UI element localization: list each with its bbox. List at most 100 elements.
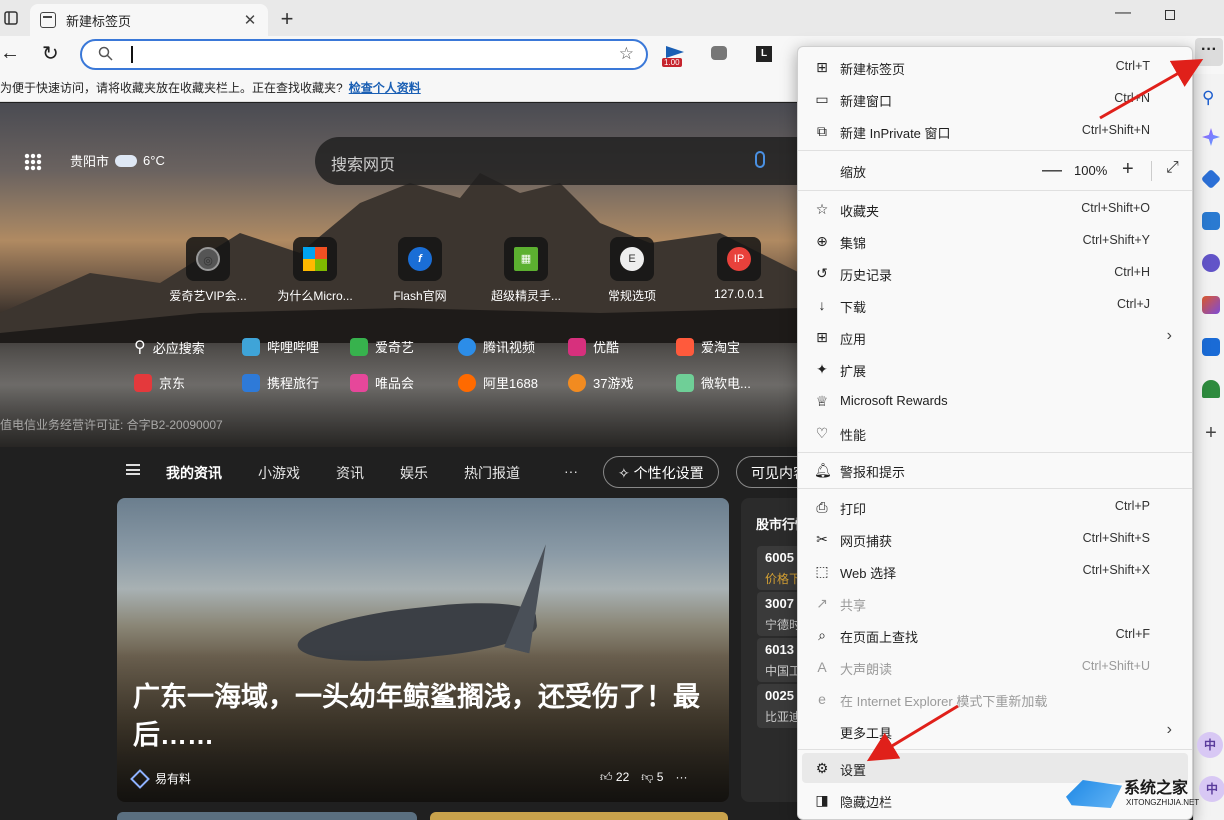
- menu-apps[interactable]: ⊞ 应用 ›: [802, 322, 1188, 352]
- site-link[interactable]: 37游戏: [568, 373, 633, 392]
- shopping-tag-icon[interactable]: [1200, 168, 1222, 190]
- news-tab-trending[interactable]: 热门报道: [464, 463, 520, 483]
- menu-new-window[interactable]: ▭ 新建窗口 Ctrl+N: [802, 84, 1188, 114]
- new-tab-button[interactable]: +: [276, 6, 298, 32]
- weather-widget[interactable]: 贵阳市 6°C: [70, 148, 165, 170]
- quick-link-tile[interactable]: f Flash官网: [376, 237, 464, 304]
- outlook-icon[interactable]: [1202, 338, 1220, 356]
- news-card[interactable]: 广东一海域，一头幼年鲸鲨搁浅，还受伤了！最后…… 易有料 👍︎ 22 👎︎ 5 …: [117, 498, 729, 802]
- add-icon[interactable]: +: [1202, 423, 1220, 443]
- l-extension-icon[interactable]: L: [756, 46, 772, 62]
- site-link[interactable]: 携程旅行: [242, 373, 319, 392]
- copilot-icon[interactable]: [1202, 128, 1220, 146]
- like-button[interactable]: 👍︎ 22: [600, 770, 629, 785]
- news-headline[interactable]: 广东一海域，一头幼年鲸鲨搁浅，还受伤了！最后……: [133, 678, 713, 754]
- zoom-out-button[interactable]: —: [1042, 159, 1062, 182]
- office-icon[interactable]: [1202, 296, 1220, 314]
- quick-link-tile[interactable]: 为什么Micro...: [271, 237, 359, 304]
- news-tab-games[interactable]: 小游戏: [258, 463, 300, 483]
- news-tab-entertainment[interactable]: 娱乐: [400, 463, 428, 483]
- personalize-button[interactable]: ✧ 个性化设置: [603, 456, 719, 488]
- site-link[interactable]: 爱淘宝: [676, 337, 740, 356]
- menu-web-capture[interactable]: ✂ 网页捕获 Ctrl+Shift+S: [802, 524, 1188, 554]
- menu-extensions[interactable]: ✦ 扩展: [802, 354, 1188, 384]
- menu-shortcut: Ctrl+Shift+Y: [1082, 233, 1150, 247]
- news-card-preview[interactable]: [430, 812, 728, 820]
- quick-link-label: 127.0.0.1: [713, 287, 765, 301]
- menu-web-select[interactable]: ⬚ Web 选择 Ctrl+Shift+X: [802, 556, 1188, 586]
- site-link[interactable]: 京东: [134, 373, 185, 392]
- tools-icon[interactable]: [1202, 212, 1220, 230]
- play-extension-icon[interactable]: 1.00: [662, 46, 686, 67]
- stock-row[interactable]: 3007 宁德时: [757, 592, 801, 636]
- menu-collections[interactable]: ⊕ 集锦 Ctrl+Shift+Y: [802, 226, 1188, 256]
- quick-link-tile[interactable]: IP 127.0.0.1: [695, 237, 783, 301]
- site-link[interactable]: 哔哩哔哩: [242, 337, 319, 356]
- stock-row[interactable]: 0025 比亚迪: [757, 684, 801, 728]
- reload-button[interactable]: ↻: [42, 41, 59, 66]
- check-profile-link[interactable]: 检查个人资料: [349, 81, 421, 95]
- maximize-button[interactable]: [1165, 10, 1175, 20]
- quick-link-tile[interactable]: ▦ 超级精灵手...: [482, 237, 570, 304]
- site-link[interactable]: ⚲ 必应搜索: [134, 337, 205, 357]
- web-search-box[interactable]: 搜索网页: [315, 137, 800, 185]
- hamburger-icon[interactable]: [126, 464, 140, 475]
- menu-history[interactable]: ↺ 历史记录 Ctrl+H: [802, 258, 1188, 288]
- address-bar[interactable]: ☆: [80, 39, 648, 70]
- partly-cloudy-icon: [115, 148, 138, 167]
- site-link[interactable]: 爱奇艺: [350, 337, 414, 356]
- menu-new-inprivate[interactable]: ⧉ 新建 InPrivate 窗口 Ctrl+Shift+N: [802, 116, 1188, 146]
- menu-favorites[interactable]: ☆ 收藏夹 Ctrl+Shift+O: [802, 194, 1188, 224]
- back-button[interactable]: ←: [0, 42, 20, 65]
- thumbs-up-icon: 👍︎: [600, 770, 613, 784]
- stock-row[interactable]: 6013 中国工: [757, 638, 801, 682]
- site-link-label: 腾讯视频: [483, 340, 536, 355]
- menu-more-tools[interactable]: 更多工具 ›: [802, 716, 1188, 746]
- letter-e-icon: E: [620, 247, 644, 271]
- news-card-preview[interactable]: [117, 812, 417, 820]
- download-icon: ↓: [818, 297, 826, 313]
- menu-print[interactable]: ⎙ 打印 Ctrl+P: [802, 492, 1188, 522]
- tab-new-tab[interactable]: 新建标签页 ✕: [30, 4, 268, 36]
- menu-new-tab[interactable]: ⊞ 新建标签页 Ctrl+T: [802, 52, 1188, 82]
- news-tab-my-feed[interactable]: 我的资讯: [166, 463, 222, 483]
- menu-performance[interactable]: ♡ 性能: [802, 418, 1188, 448]
- news-tab-news[interactable]: 资讯: [336, 463, 364, 483]
- ime-indicator[interactable]: 中: [1199, 776, 1224, 802]
- settings-and-more-button[interactable]: ···: [1195, 38, 1223, 66]
- card-more-button[interactable]: ···: [675, 770, 687, 785]
- site-link[interactable]: 唯品会: [350, 373, 414, 392]
- minimize-button[interactable]: —: [1113, 4, 1133, 22]
- menu-separator: [798, 488, 1192, 489]
- site-link-label: 爱淘宝: [701, 340, 741, 355]
- people-icon[interactable]: [1202, 254, 1220, 272]
- news-source[interactable]: 易有料: [130, 768, 191, 789]
- tab-actions-icon[interactable]: [0, 8, 22, 28]
- menu-alerts[interactable]: 🔔︎ 警报和提示: [802, 455, 1188, 485]
- quick-link-tile[interactable]: E 常规选项: [588, 237, 676, 304]
- menu-find[interactable]: ⌕ 在页面上查找 Ctrl+F: [802, 620, 1188, 650]
- star-icon: ✧: [618, 465, 630, 481]
- game-extension-icon[interactable]: [711, 46, 727, 60]
- site-link[interactable]: 微软电...: [676, 373, 751, 392]
- news-tab-more[interactable]: ···: [564, 463, 578, 479]
- microphone-icon[interactable]: [755, 151, 765, 168]
- add-favorite-icon[interactable]: ☆: [619, 44, 634, 64]
- dislike-button[interactable]: 👎︎ 5: [641, 770, 663, 785]
- apps-grid-icon[interactable]: [24, 153, 42, 171]
- site-link[interactable]: 阿里1688: [458, 373, 538, 392]
- menu-shortcut: Ctrl+F: [1115, 627, 1150, 641]
- site-link[interactable]: 腾讯视频: [458, 337, 535, 356]
- quick-link-tile[interactable]: ◎ 爱奇艺VIP会...: [164, 237, 252, 304]
- zoom-in-button[interactable]: +: [1122, 158, 1134, 181]
- search-placeholder: 搜索网页: [331, 157, 396, 174]
- close-tab-icon[interactable]: ✕: [240, 11, 260, 29]
- tree-icon[interactable]: [1202, 380, 1220, 398]
- menu-rewards[interactable]: ♕ Microsoft Rewards: [802, 386, 1188, 416]
- menu-downloads[interactable]: ↓ 下载 Ctrl+J: [802, 290, 1188, 320]
- site-link[interactable]: 优酷: [568, 337, 619, 356]
- fullscreen-icon[interactable]: ⤢: [1166, 159, 1179, 177]
- search-icon[interactable]: ⚲: [1202, 88, 1220, 107]
- ime-indicator[interactable]: 中: [1197, 732, 1223, 758]
- stock-row[interactable]: 6005 价格下: [757, 546, 801, 590]
